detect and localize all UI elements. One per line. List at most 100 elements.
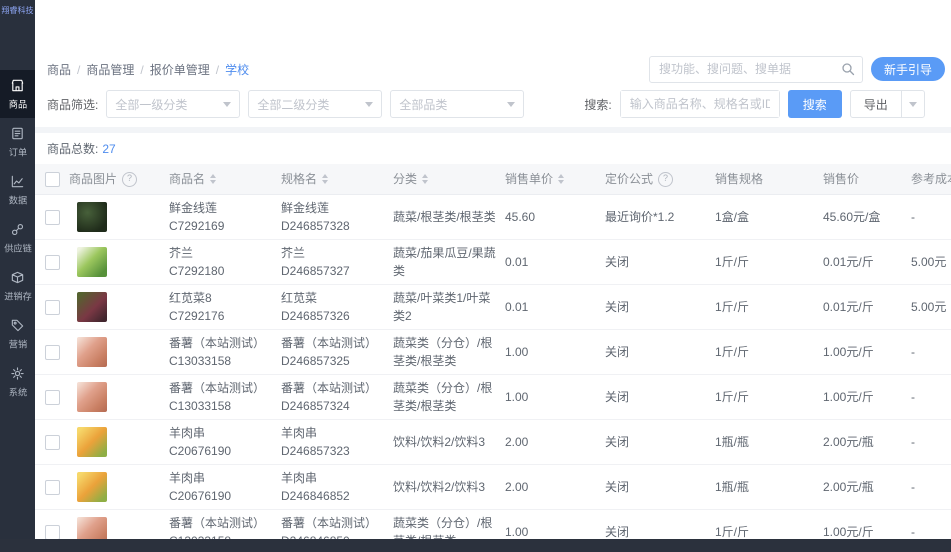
product-thumbnail[interactable] bbox=[77, 337, 107, 367]
sale-price: 0.01元/斤 bbox=[823, 300, 874, 314]
sale-price: 0.01元/斤 bbox=[823, 255, 874, 269]
row-checkbox[interactable] bbox=[44, 254, 60, 270]
sort-icon[interactable] bbox=[422, 174, 429, 184]
category: 饮料/饮料2/饮料3 bbox=[393, 480, 486, 494]
breadcrumb-item[interactable]: 商品管理 bbox=[86, 63, 134, 77]
sale-spec: 1斤/斤 bbox=[715, 525, 750, 539]
orders-icon bbox=[10, 126, 25, 141]
column-header: 商品名 bbox=[169, 166, 281, 192]
sidebar-item-supply[interactable]: 供应链 bbox=[0, 214, 35, 262]
sort-icon[interactable] bbox=[322, 174, 329, 184]
search-button[interactable]: 搜索 bbox=[787, 90, 842, 118]
ref-cost: 5.00元 bbox=[911, 300, 947, 314]
spec-name: 番薯（本站测试） bbox=[281, 336, 378, 350]
pricing-formula: 关闭 bbox=[605, 435, 630, 449]
data-icon bbox=[10, 174, 25, 189]
product-thumbnail[interactable] bbox=[77, 517, 107, 539]
breadcrumb-item[interactable]: 商品 bbox=[47, 63, 71, 77]
pricing-formula: 最近询价*1.2 bbox=[605, 210, 675, 224]
sidebar-item-label: 数据 bbox=[8, 196, 27, 207]
sidebar-item-inventory[interactable]: 进销存 bbox=[0, 262, 35, 310]
spec-name: 羊肉串 bbox=[281, 471, 318, 485]
product-search-input[interactable] bbox=[620, 91, 779, 117]
product-thumbnail[interactable] bbox=[77, 427, 107, 457]
breadcrumb-separator: / bbox=[77, 62, 81, 77]
ref-cost: - bbox=[911, 435, 915, 449]
sale-spec: 1斤/斤 bbox=[715, 390, 750, 404]
product-thumbnail[interactable] bbox=[77, 247, 107, 277]
sale-spec: 1瓶/瓶 bbox=[715, 480, 750, 494]
sidebar-item-system[interactable]: 系统 bbox=[0, 358, 35, 406]
breadcrumb-separator: / bbox=[215, 62, 220, 77]
category-type-select[interactable]: 全部品类 bbox=[390, 90, 525, 118]
product-thumbnail[interactable] bbox=[77, 202, 107, 232]
product-thumbnail[interactable] bbox=[77, 382, 107, 412]
guide-button[interactable]: 新手引导 bbox=[870, 57, 945, 81]
unit-price: 2.00 bbox=[505, 480, 529, 494]
sidebar-item-goods[interactable]: 商品 bbox=[0, 70, 35, 118]
column-header-label: 销售价 bbox=[823, 172, 860, 186]
product-thumbnail[interactable] bbox=[77, 472, 107, 502]
category-level2-select[interactable]: 全部二级分类 bbox=[248, 90, 383, 118]
sale-price: 1.00元/斤 bbox=[823, 345, 874, 359]
sidebar-item-marketing[interactable]: 营销 bbox=[0, 310, 35, 358]
select-all-checkbox[interactable] bbox=[44, 171, 60, 187]
pricing-formula: 关闭 bbox=[605, 300, 630, 314]
export-split-button: 导出 bbox=[849, 90, 925, 118]
search-icon[interactable] bbox=[840, 61, 856, 77]
sidebar-item-label: 营销 bbox=[8, 340, 27, 351]
product-name: 鲜金线莲 bbox=[169, 201, 218, 215]
row-checkbox[interactable] bbox=[44, 299, 60, 315]
breadcrumb-item[interactable]: 报价单管理 bbox=[150, 63, 210, 77]
breadcrumb-separator: / bbox=[140, 62, 144, 77]
filter-label: 商品筛选: bbox=[47, 97, 99, 112]
help-icon[interactable]: ? bbox=[658, 171, 674, 187]
row-checkbox[interactable] bbox=[44, 389, 60, 405]
sidebar-item-orders[interactable]: 订单 bbox=[0, 118, 35, 166]
spec-code: D246846850 bbox=[281, 532, 385, 539]
sort-icon[interactable] bbox=[558, 174, 565, 184]
product-code: C13033158 bbox=[169, 399, 232, 413]
chevron-down-icon bbox=[365, 101, 374, 107]
breadcrumb-item[interactable]: 学校 bbox=[225, 63, 249, 77]
spec-code: D246857323 bbox=[281, 444, 350, 458]
column-header: 销售规格 bbox=[715, 166, 823, 192]
unit-price: 0.01 bbox=[505, 255, 529, 269]
product-thumbnail[interactable] bbox=[77, 292, 107, 322]
table-row: 番薯（本站测试） C13033158 番薯（本站测试） D246857324 蔬… bbox=[35, 375, 951, 420]
help-icon[interactable]: ? bbox=[122, 171, 138, 187]
spec-code: D246857325 bbox=[281, 354, 350, 368]
spec-code: D246857327 bbox=[281, 264, 350, 278]
total-count-label: 商品总数: bbox=[47, 142, 99, 156]
pricing-formula: 关闭 bbox=[605, 525, 630, 539]
header-checkbox-cell bbox=[35, 171, 69, 187]
ref-cost: - bbox=[911, 210, 915, 224]
export-dropdown-button[interactable] bbox=[900, 91, 924, 117]
row-checkbox[interactable] bbox=[44, 524, 60, 539]
product-code: C20676190 bbox=[169, 489, 232, 503]
sort-icon[interactable] bbox=[210, 174, 217, 184]
table-row: 番薯（本站测试） C13033158 番薯（本站测试） D246857325 蔬… bbox=[35, 330, 951, 375]
row-checkbox[interactable] bbox=[44, 434, 60, 450]
pricing-formula: 关闭 bbox=[605, 480, 630, 494]
bottom-bar bbox=[0, 539, 951, 552]
export-button[interactable]: 导出 bbox=[851, 91, 901, 117]
sidebar: 翔睿科技 商品 订单 数据 供应链 进销存 营销 系统 bbox=[0, 0, 35, 552]
global-search-input[interactable] bbox=[649, 56, 862, 82]
ref-cost: 5.00元 bbox=[911, 255, 947, 269]
sidebar-nav: 商品 订单数据供应链进销存营销系统 bbox=[0, 70, 35, 406]
category-level1-select[interactable]: 全部一级分类 bbox=[106, 90, 241, 118]
row-checkbox[interactable] bbox=[44, 344, 60, 360]
product-code: C13033158 bbox=[169, 532, 273, 539]
column-header-label: 规格名 bbox=[281, 172, 318, 186]
ref-cost: - bbox=[911, 390, 915, 404]
sidebar-item-data[interactable]: 数据 bbox=[0, 166, 35, 214]
sidebar-item-label: 供应链 bbox=[3, 244, 32, 255]
product-name: 番薯（本站测试） bbox=[169, 381, 266, 395]
row-checkbox[interactable] bbox=[44, 209, 60, 225]
row-checkbox[interactable] bbox=[44, 479, 60, 495]
column-header-label: 销售规格 bbox=[715, 172, 764, 186]
ref-cost: - bbox=[911, 480, 915, 494]
sale-price: 45.60元/盒 bbox=[823, 210, 881, 224]
topbar: 商品 / 商品管理 / 报价单管理 / 学校 新手引导 bbox=[35, 54, 951, 84]
